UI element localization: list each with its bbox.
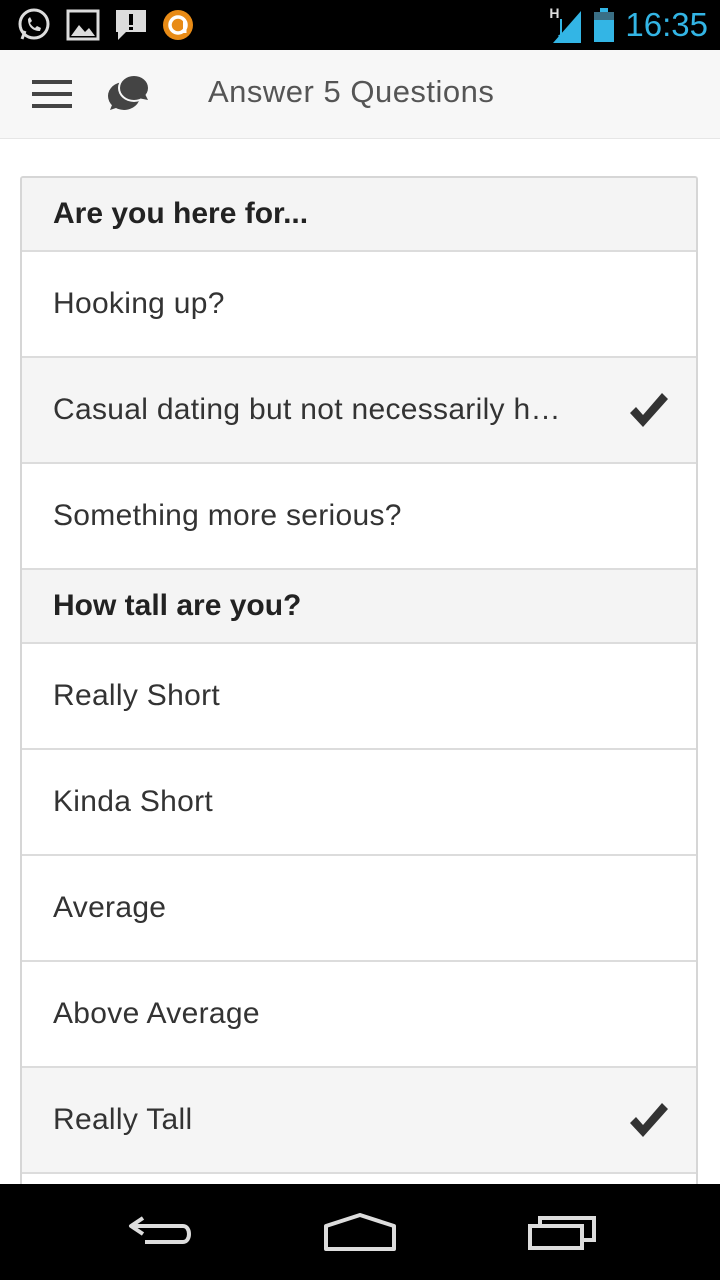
system-status: H 16:35 <box>549 0 708 50</box>
chat-bubbles-icon[interactable] <box>104 70 154 118</box>
option-label: Above Average <box>53 997 260 1030</box>
option-above-average[interactable]: Above Average <box>22 962 696 1068</box>
back-button[interactable] <box>120 1206 200 1258</box>
checkmark-icon <box>630 393 668 427</box>
navigation-bar <box>0 1184 720 1280</box>
avast-icon <box>163 10 193 40</box>
option-label: Really Tall <box>53 1103 193 1136</box>
back-icon <box>129 1216 191 1244</box>
recent-apps-button[interactable] <box>522 1206 602 1258</box>
option-average[interactable]: Average <box>22 856 696 962</box>
option-something-serious[interactable]: Something more serious? <box>22 464 696 570</box>
whatsapp-icon <box>18 8 50 40</box>
status-bar: H 16:35 <box>0 0 720 50</box>
recent-apps-icon <box>528 1216 596 1250</box>
action-bar: Answer 5 Questions <box>0 50 720 139</box>
question-header: How tall are you? <box>22 570 696 644</box>
battery-icon <box>594 8 615 42</box>
home-icon <box>324 1213 396 1251</box>
option-label: Hooking up? <box>53 287 225 320</box>
option-label: Kinda Short <box>53 785 214 818</box>
checkmark-icon <box>630 1103 668 1137</box>
questions-list: Are you here for... Hooking up? Casual d… <box>20 176 698 1184</box>
option-label: Average <box>53 891 167 924</box>
option-next-partial[interactable] <box>22 1174 696 1184</box>
option-label: Really Short <box>53 679 221 712</box>
option-label: Something more serious? <box>53 499 402 532</box>
option-really-short[interactable]: Really Short <box>22 644 696 750</box>
option-casual-dating[interactable]: Casual dating but not necessarily h… <box>22 358 696 464</box>
alert-message-icon <box>116 10 146 40</box>
option-label: Casual dating but not necessarily h… <box>53 393 561 426</box>
hamburger-menu-icon[interactable] <box>32 80 72 110</box>
signal-icon: H <box>549 5 583 45</box>
option-hooking-up[interactable]: Hooking up? <box>22 252 696 358</box>
option-really-tall[interactable]: Really Tall <box>22 1068 696 1174</box>
notification-icons <box>16 7 194 43</box>
image-icon <box>66 9 100 41</box>
clock: 16:35 <box>625 6 708 43</box>
question-header: Are you here for... <box>22 178 696 252</box>
home-button[interactable] <box>320 1206 400 1258</box>
page-title: Answer 5 Questions <box>208 74 495 109</box>
option-kinda-short[interactable]: Kinda Short <box>22 750 696 856</box>
